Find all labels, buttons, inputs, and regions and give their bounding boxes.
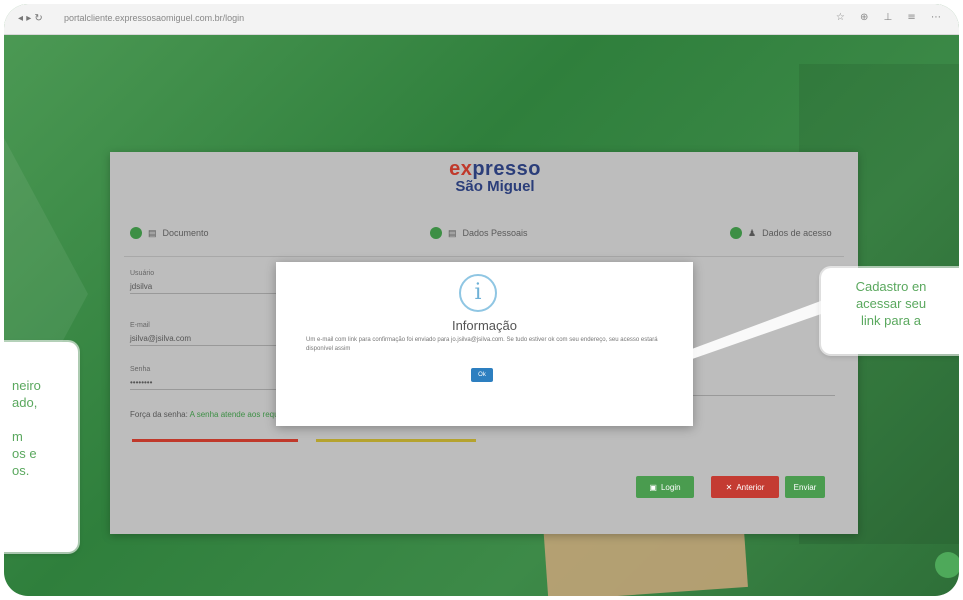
callout-line: os. [12, 463, 30, 478]
step-check-icon [130, 227, 142, 239]
username-input[interactable]: jdsilva [130, 282, 290, 294]
confirm-password-input[interactable] [670, 395, 835, 396]
dialog-message: Um e-mail com link para confirmação foi … [306, 337, 658, 352]
password-label: Senha [130, 366, 151, 373]
chat-help-button[interactable] [935, 552, 959, 578]
step-dados-pessoais[interactable]: ▤ Dados Pessoais [430, 227, 528, 239]
address-bar[interactable]: portalcliente.expressosaomiguel.com.br/l… [64, 13, 244, 23]
strength-prefix: Força da senha: [130, 410, 188, 419]
dialog-title: Informação [451, 318, 518, 333]
step-dados-acesso[interactable]: ♟ Dados de acesso [730, 227, 832, 239]
step-label: Documento [162, 228, 209, 238]
callout-line: os e [12, 446, 37, 461]
step-check-icon [430, 227, 442, 239]
callout-pointer-shape [544, 296, 844, 408]
step-documento[interactable]: ▤ Documento [130, 227, 209, 239]
email-label: E-mail [130, 322, 150, 329]
expresso-sao-miguel-logo: expresso São Miguel [440, 158, 550, 195]
tooltip-callout-left: neiro ado, m os e os. [4, 342, 78, 552]
browser-nav-icons[interactable]: ◂ ▸ ↻ [18, 13, 43, 24]
browser-tool-icons[interactable]: ☆ ⊕ ⊥ ≡ ⋯ [836, 12, 947, 23]
document-icon: ▤ [148, 227, 157, 238]
callout-line: Cadastro en [855, 279, 927, 294]
ok-button[interactable]: Ok [471, 368, 493, 382]
submit-label: Enviar [793, 482, 817, 492]
step-label: Dados de acesso [762, 228, 832, 238]
back-label: Anterior [736, 482, 765, 492]
logo-word: presso [472, 158, 541, 180]
info-icon: i [459, 274, 497, 312]
browser-toolbar: ◂ ▸ ↻ portalcliente.expressosaomiguel.co… [4, 4, 959, 35]
callout-line: neiro [12, 378, 41, 393]
login-icon: ▣ [649, 482, 657, 492]
callout-line: link para a [861, 313, 921, 328]
login-label: Login [660, 482, 681, 492]
logo-letter-x: x [460, 158, 473, 180]
password-input[interactable]: •••••••• [130, 378, 280, 390]
callout-line [12, 411, 78, 428]
callout-line: acessar seu [855, 296, 927, 311]
user-icon: ♟ [748, 227, 757, 238]
screenshot-frame: ◂ ▸ ↻ portalcliente.expressosaomiguel.co… [4, 4, 959, 596]
close-icon: ✕ [725, 482, 733, 492]
strength-bar-weak [132, 439, 298, 442]
person-card-icon: ▤ [448, 227, 457, 238]
logo-letter-e: e [449, 158, 461, 180]
username-label: Usuário [130, 270, 155, 277]
password-strength-text: Força da senha: A senha atende aos requi… [130, 410, 297, 419]
email-input[interactable]: jsilva@jsilva.com [130, 334, 290, 346]
submit-button[interactable]: Enviar [785, 476, 825, 498]
info-dialog: i Informação Um e-mail com link para con… [276, 262, 693, 426]
step-check-icon [730, 227, 742, 239]
callout-line: ado, [12, 395, 38, 410]
back-button[interactable]: ✕ Anterior [711, 476, 779, 498]
strength-bar-medium [316, 439, 476, 442]
logo-subtitle: São Miguel [455, 178, 535, 195]
divider [124, 256, 844, 257]
login-button[interactable]: ▣ Login [636, 476, 694, 498]
tooltip-callout-right: Cadastro en acessar seu link para a [821, 268, 959, 354]
callout-line: m [12, 429, 23, 444]
step-label: Dados Pessoais [462, 228, 528, 238]
